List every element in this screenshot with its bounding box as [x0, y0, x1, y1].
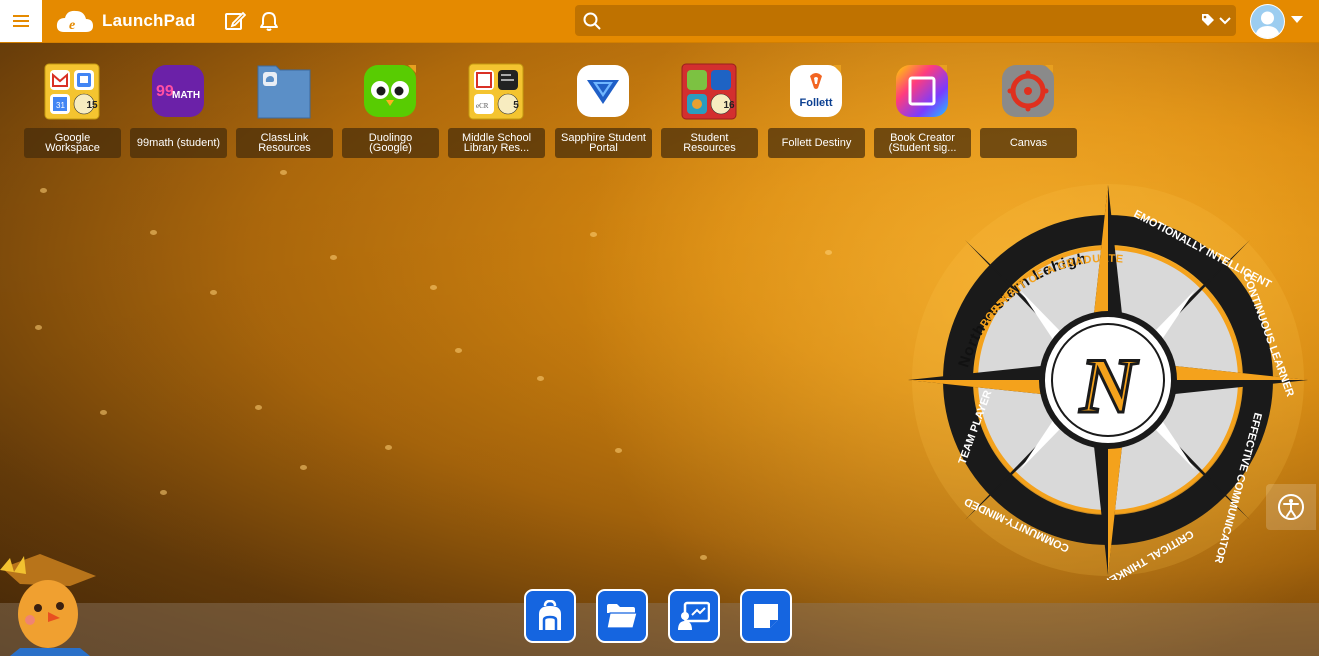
accessibility-icon [1278, 494, 1304, 520]
app-tile-student-resources[interactable]: 16 Student Resources [661, 62, 758, 160]
app-tile-classlink-resources[interactable]: ClassLink Resources [236, 62, 333, 160]
chevron-down-icon [1219, 17, 1231, 25]
duolingo-owl-icon [364, 65, 416, 117]
canvas-icon [1002, 65, 1054, 117]
app-tile-google-workspace[interactable]: 31 15 Google Workspace [24, 62, 121, 160]
classroom-button[interactable] [668, 589, 720, 643]
emblem-letter: N [1079, 342, 1139, 429]
app-tile-duolingo[interactable]: Duolingo (Google) [342, 62, 439, 160]
classroom-icon [678, 601, 710, 630]
app-label: 99math (student) [130, 128, 227, 158]
app-label: Follett Destiny [768, 128, 865, 158]
backpack-icon [539, 600, 561, 630]
svg-text:eCR: eCR [476, 102, 489, 110]
portrait-of-a-graduate-emblem: N Northwestern Lehigh PORTRAIT OF A GRAD… [908, 184, 1308, 580]
book-creator-icon [896, 65, 948, 117]
brand-name: LaunchPad [102, 11, 196, 30]
tag-filter-dropdown[interactable] [1200, 12, 1234, 30]
app-tile-book-creator[interactable]: Book Creator (Student sig... [874, 62, 971, 160]
edit-icon[interactable] [224, 10, 246, 32]
app-label: Sapphire Student Portal [555, 128, 652, 158]
app-label: Duolingo (Google) [342, 128, 439, 158]
student-resources-folder-icon [681, 63, 737, 120]
user-avatar[interactable] [1250, 4, 1285, 39]
svg-text:e: e [69, 18, 75, 33]
menu-button[interactable] [0, 0, 42, 42]
app-label: ClassLink Resources [236, 128, 333, 158]
account-menu-caret[interactable] [1291, 16, 1303, 24]
tag-icon [1202, 14, 1214, 26]
bell-icon[interactable] [258, 10, 280, 32]
app-badge-count: 15 [86, 100, 98, 111]
note-icon [754, 604, 778, 628]
files-button[interactable] [596, 589, 648, 643]
classlink-cloud-icon: e [56, 10, 93, 33]
svg-text:MATH: MATH [172, 90, 200, 101]
user-icon [1251, 5, 1284, 38]
accessibility-button[interactable] [1266, 484, 1316, 530]
follett-logo-text: Follett [799, 97, 833, 109]
svg-text:31: 31 [56, 101, 65, 110]
notes-button[interactable] [740, 589, 792, 643]
brand[interactable]: e LaunchPad [56, 6, 195, 36]
app-tile-canvas[interactable]: Canvas [980, 62, 1077, 160]
app-label: Canvas [980, 128, 1077, 158]
app-tile-sapphire[interactable]: Sapphire Student Portal [555, 62, 652, 160]
app-label: Book Creator (Student sig... [874, 128, 971, 158]
search-input[interactable] [607, 5, 1191, 38]
99math-icon: 99 MATH [152, 65, 204, 117]
hamburger-icon [13, 15, 29, 27]
library-resources-folder-icon: eCR [468, 63, 524, 120]
backpack-button[interactable] [524, 589, 576, 643]
scarecrow-decoration [0, 554, 96, 656]
app-badge-count: 16 [723, 100, 735, 111]
google-workspace-folder-icon: 31 [44, 63, 100, 120]
follett-icon [790, 65, 842, 117]
classlink-resources-folder-icon [257, 65, 311, 119]
app-label: Student Resources [661, 128, 758, 158]
app-badge-count: 5 [513, 100, 519, 111]
search-bar[interactable] [575, 5, 1236, 38]
search-icon [583, 12, 601, 30]
app-tile-middle-school-library[interactable]: eCR 5 Middle School Library Res... [448, 62, 545, 160]
folder-icon [606, 604, 638, 629]
app-tile-99math[interactable]: 99 MATH 99math (student) [130, 62, 227, 160]
app-tile-follett-destiny[interactable]: Follett Follett Destiny [768, 62, 865, 160]
sapphire-icon [577, 65, 629, 117]
app-label: Middle School Library Res... [448, 128, 545, 158]
top-bar: e LaunchPad [0, 0, 1319, 43]
app-label: Google Workspace [24, 128, 121, 158]
bottom-dock [0, 603, 1319, 656]
